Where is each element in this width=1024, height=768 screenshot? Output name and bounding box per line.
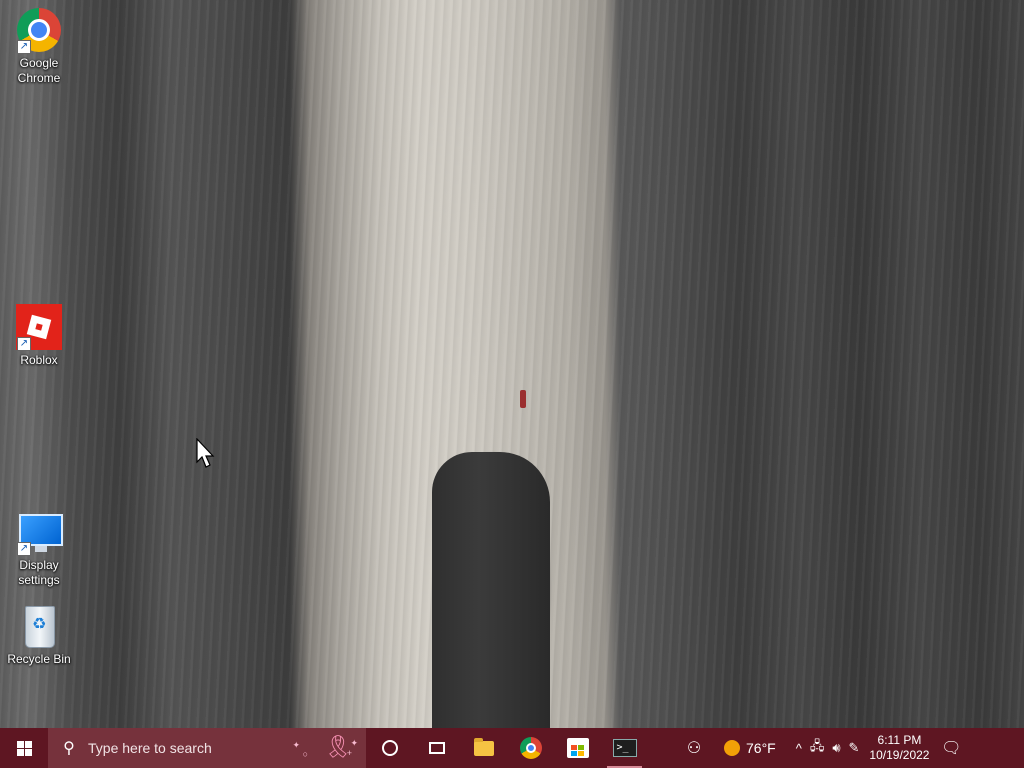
desktop-icon-recycle-bin[interactable]: Recycle Bin [1, 602, 77, 667]
file-explorer-icon [473, 737, 494, 756]
cortana-icon [381, 740, 398, 756]
sparkle-icon: + [346, 748, 352, 758]
network-icon[interactable]: 🖧 [810, 737, 825, 759]
weather-widget[interactable]: 76°F [716, 728, 784, 768]
chrome-icon: ↗ [15, 6, 63, 54]
shortcut-arrow-icon: ↗ [17, 542, 31, 556]
sparkle-icon: ○ [302, 749, 308, 759]
file-explorer-button[interactable] [460, 728, 507, 768]
microsoft-store-icon [566, 738, 589, 758]
search-placeholder: Type here to search [88, 740, 212, 756]
windows-logo-icon [16, 740, 32, 756]
desktop-icon-display-settings[interactable]: ↗ Display settings [1, 508, 77, 588]
clock[interactable]: 6:11 PM 10/19/2022 [867, 733, 931, 763]
desktop-icon-google-chrome[interactable]: ↗ Google Chrome [1, 6, 77, 86]
sun-icon [724, 740, 740, 756]
display-settings-icon: ↗ [15, 508, 63, 556]
weather-temperature: 76°F [746, 740, 776, 756]
volume-icon[interactable]: 🔊︎ [832, 740, 840, 756]
recycle-bin-icon [15, 602, 63, 650]
search-box[interactable]: ⚲ Type here to search ✦ ○ 🎗 ✦ + [48, 728, 366, 768]
microsoft-store-button[interactable] [554, 728, 601, 768]
desktop-background: ↗ Google Chrome ↗ Roblox ↗ Display setti… [0, 0, 1024, 768]
task-view-icon [428, 742, 445, 754]
clock-date: 10/19/2022 [869, 748, 930, 762]
terminal-icon: >_ [612, 739, 637, 757]
desktop-icon-label: Display settings [18, 558, 60, 587]
chrome-icon [519, 737, 542, 759]
people-icon: ⚇ [686, 740, 702, 757]
mouse-cursor-icon [196, 438, 215, 468]
clock-time: 6:11 PM [877, 733, 922, 747]
desktop-icon-roblox[interactable]: ↗ Roblox [1, 303, 77, 368]
notifications-button[interactable]: 🗨 [931, 728, 971, 768]
pen-icon[interactable]: ✎ [849, 740, 860, 756]
people-button[interactable]: ⚇ [672, 728, 716, 768]
system-tray: ^ 🖧 🔊︎ ✎ [796, 737, 860, 759]
start-button[interactable] [0, 728, 48, 768]
shortcut-arrow-icon: ↗ [17, 40, 31, 54]
cortana-button[interactable] [366, 728, 413, 768]
rock-pillar [432, 452, 550, 728]
climber-figure [520, 390, 526, 408]
task-view-button[interactable] [413, 728, 460, 768]
desktop-icon-label: Roblox [20, 353, 58, 367]
desktop-icon-label: Google Chrome [17, 56, 61, 85]
desktop-icon-label: Recycle Bin [7, 652, 71, 666]
search-icon: ⚲ [63, 740, 75, 757]
roblox-icon: ↗ [15, 303, 63, 351]
chrome-taskbar-button[interactable] [507, 728, 554, 768]
taskbar: ⚲ Type here to search ✦ ○ 🎗 ✦ + >_ ⚇ 76°… [0, 728, 1024, 768]
terminal-taskbar-button[interactable]: >_ [601, 728, 648, 768]
notification-icon: 🗨 [941, 740, 962, 757]
shortcut-arrow-icon: ↗ [17, 337, 31, 351]
sparkle-icon: ✦ [292, 740, 300, 750]
show-hidden-icons-chevron-icon[interactable]: ^ [796, 741, 802, 756]
